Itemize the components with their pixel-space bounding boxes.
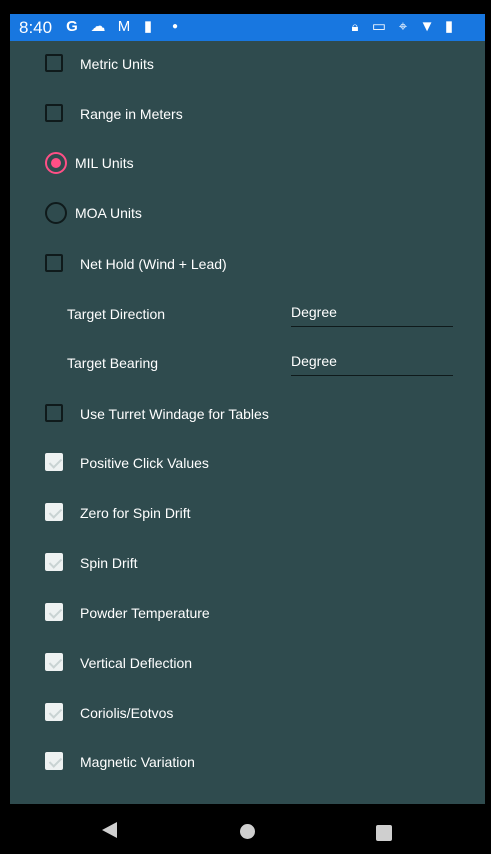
metric-units-checkbox[interactable] (45, 54, 63, 72)
moa-units-row[interactable]: MOA Units (10, 191, 485, 235)
location-icon: ⌖ (398, 18, 408, 35)
target-bearing-row: Target Bearing Degree (10, 341, 485, 385)
status-bar: 8:40 G ☁ M ▮ ● 🔒︎ ▭ ⌖ ▼ ▮ (10, 14, 485, 41)
positive-click-label: Positive Click Values (80, 455, 209, 471)
powder-temperature-label: Powder Temperature (80, 605, 210, 621)
zero-spin-drift-row[interactable]: Zero for Spin Drift (10, 491, 485, 535)
coriolis-row[interactable]: Coriolis/Eotvos (10, 691, 485, 735)
wifi-icon: ▼ (419, 18, 435, 35)
spin-drift-label: Spin Drift (80, 555, 138, 571)
turret-windage-row[interactable]: Use Turret Windage for Tables (10, 391, 485, 435)
zero-spin-drift-label: Zero for Spin Drift (80, 505, 191, 521)
net-hold-label: Net Hold (Wind + Lead) (80, 256, 227, 272)
net-hold-row[interactable]: Net Hold (Wind + Lead) (10, 241, 485, 285)
target-direction-row: Target Direction Degree (10, 291, 485, 335)
battery-icon: ▮ (444, 18, 454, 35)
metric-units-label: Metric Units (80, 56, 154, 72)
dot-icon: ● (171, 21, 179, 32)
zero-spin-drift-checkbox[interactable] (45, 503, 63, 521)
lock-icon: 🔒︎ (351, 19, 359, 34)
vertical-deflection-row[interactable]: Vertical Deflection (10, 641, 485, 685)
cloud-upload-icon: ☁ (90, 18, 106, 35)
coriolis-checkbox[interactable] (45, 703, 63, 721)
positive-click-row[interactable]: Positive Click Values (10, 441, 485, 485)
range-in-meters-checkbox[interactable] (45, 104, 63, 122)
coriolis-label: Coriolis/Eotvos (80, 705, 174, 721)
spin-drift-checkbox[interactable] (45, 553, 63, 571)
target-bearing-field[interactable]: Degree (291, 353, 453, 376)
status-time: 8:40 (19, 18, 53, 37)
mil-units-row[interactable]: MIL Units (10, 141, 485, 185)
positive-click-checkbox[interactable] (45, 453, 63, 471)
turret-windage-checkbox[interactable] (45, 404, 63, 422)
cast-icon: ▭ (371, 18, 387, 35)
powder-temperature-row[interactable]: Powder Temperature (10, 591, 485, 635)
magnetic-variation-label: Magnetic Variation (80, 754, 195, 770)
home-icon[interactable] (240, 824, 255, 839)
magnetic-variation-row[interactable]: Magnetic Variation (10, 741, 485, 785)
target-direction-label: Target Direction (67, 306, 166, 322)
vertical-deflection-label: Vertical Deflection (80, 655, 193, 671)
range-in-meters-label: Range in Meters (80, 106, 183, 122)
mil-units-radio[interactable] (45, 152, 67, 174)
magnetic-variation-checkbox[interactable] (45, 752, 63, 770)
mil-units-label: MIL Units (75, 155, 134, 171)
gmail-icon: M (117, 18, 131, 35)
target-direction-field[interactable]: Degree (291, 304, 453, 327)
moa-units-radio[interactable] (45, 202, 67, 224)
powder-temperature-checkbox[interactable] (45, 603, 63, 621)
metric-units-row[interactable]: Metric Units (10, 41, 485, 85)
settings-panel: Metric Units Range in Meters MIL Units M… (10, 41, 485, 804)
turret-windage-label: Use Turret Windage for Tables (80, 406, 269, 422)
net-hold-checkbox[interactable] (45, 254, 63, 272)
target-bearing-label: Target Bearing (67, 355, 159, 371)
recents-icon[interactable] (376, 825, 392, 841)
google-icon: G (66, 18, 78, 35)
bottle-icon: ▮ (143, 18, 153, 35)
back-icon[interactable] (102, 822, 117, 838)
spin-drift-row[interactable]: Spin Drift (10, 541, 485, 585)
moa-units-label: MOA Units (75, 205, 142, 221)
range-in-meters-row[interactable]: Range in Meters (10, 91, 485, 135)
vertical-deflection-checkbox[interactable] (45, 653, 63, 671)
